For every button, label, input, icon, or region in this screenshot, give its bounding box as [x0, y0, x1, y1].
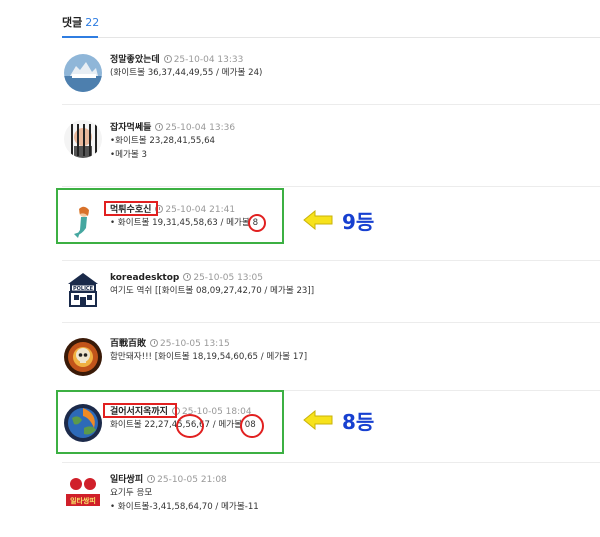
highlight-whiteball-circle — [176, 414, 204, 438]
comment-item: POLICE koreadesktop 25-10-05 13:05 여기도 역쉬… — [62, 266, 600, 324]
highlight-nickname-box — [104, 201, 158, 216]
comment-text: •화이트볼 23,28,41,55,64 — [110, 136, 216, 146]
comment-author[interactable]: 百戰百敗 — [110, 339, 146, 349]
comment-time: 25-10-04 13:36 — [165, 123, 236, 133]
comment-author[interactable]: 일타쌍피 — [110, 475, 143, 485]
comment-time: 25-10-05 21:08 — [157, 475, 227, 485]
skull-fire-avatar[interactable] — [64, 338, 102, 376]
comment-divider — [62, 260, 600, 261]
comment-divider — [62, 322, 600, 323]
clock-icon — [150, 339, 159, 347]
comments-header: 댓글 22 — [62, 14, 99, 30]
comment-item: 百戰百敗 25-10-05 13:15 함만돼자!!! [화이트볼 18,19,5… — [62, 332, 600, 392]
comment-text: 함만돼자!!! [화이트볼 18,19,54,60,65 / 메가볼 17] — [110, 352, 308, 362]
svg-text:일타쌍피: 일타쌍피 — [70, 496, 96, 505]
comment-time: 25-10-05 13:15 — [160, 339, 230, 349]
prisoner-avatar[interactable] — [64, 120, 102, 158]
ilta-avatar[interactable]: 일타쌍피 — [64, 472, 102, 510]
comment-text: • 화이트볼-3,41,58,64,70 / 메가볼-11 — [110, 502, 259, 512]
comment-item: 정말좋았는데 25-10-04 13:33 (화이트볼 36,37,44,49,5… — [62, 50, 600, 110]
comment-divider — [62, 104, 600, 105]
ship-photo-avatar[interactable] — [64, 54, 102, 92]
comment-time: 25-10-04 13:33 — [173, 55, 244, 65]
comment-item: 일타쌍피 일타쌍피 25-10-05 21:08 요기두 응모 • 화이트볼-3,… — [62, 470, 600, 532]
comment-author[interactable]: 잡자먹쎄들 — [110, 123, 151, 133]
highlight-nickname-box — [103, 403, 177, 418]
police-avatar[interactable]: POLICE — [64, 270, 102, 308]
comment-text: (화이트볼 36,37,44,49,55 / 메가볼 24) — [110, 68, 263, 78]
rank-label: 8등 — [342, 410, 375, 434]
clock-icon — [147, 475, 156, 483]
comment-divider — [62, 186, 600, 187]
comment-author[interactable]: 정말좋았는데 — [110, 55, 160, 65]
clock-icon — [155, 123, 164, 131]
header-divider — [62, 37, 600, 38]
comment-count: 22 — [85, 16, 100, 29]
comment-item: 잡자먹쎄들 25-10-04 13:36 •화이트볼 23,28,41,55,64… — [62, 116, 600, 188]
comment-text: •메가볼 3 — [110, 150, 147, 160]
clock-icon — [183, 273, 192, 281]
active-tab-underline — [62, 36, 98, 38]
comment-divider — [62, 462, 600, 463]
comment-author[interactable]: koreadesktop — [110, 273, 179, 283]
comment-time: 25-10-05 13:05 — [193, 273, 264, 283]
highlight-megaball-circle — [248, 214, 266, 232]
comments-label: 댓글 — [62, 16, 83, 29]
comment-text: 요기두 응모 — [110, 488, 153, 498]
arrow-left-icon — [303, 210, 333, 230]
highlight-megaball-circle — [240, 414, 264, 438]
clock-icon — [163, 55, 172, 63]
arrow-left-icon — [303, 410, 333, 430]
comment-text: 여기도 역쉬 [[화이트볼 08,09,27,42,70 / 메가볼 23]] — [110, 286, 315, 296]
rank-label: 9등 — [342, 210, 375, 234]
